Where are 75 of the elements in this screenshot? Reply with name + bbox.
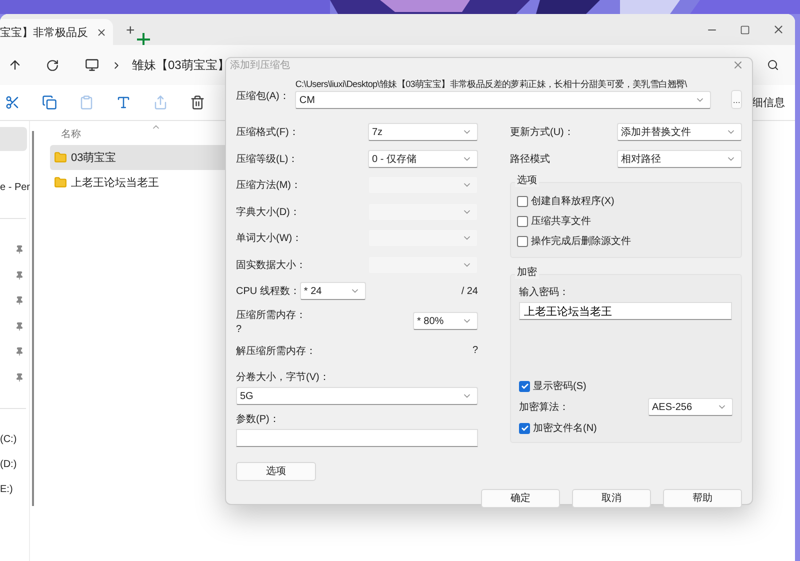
field-label: 加密算法： bbox=[519, 400, 569, 414]
scissors-icon[interactable] bbox=[5, 95, 20, 110]
options-button[interactable]: 选项 bbox=[236, 462, 316, 480]
refresh-icon[interactable] bbox=[46, 58, 59, 72]
checkbox[interactable]: 压缩共享文件 bbox=[517, 211, 735, 231]
memory-value: ? bbox=[472, 345, 478, 356]
dropdown[interactable]: * 24 bbox=[300, 282, 366, 300]
parameters-field[interactable] bbox=[236, 429, 478, 447]
field-label: 单词大小(W)： bbox=[236, 232, 302, 246]
thread-total: / 24 bbox=[461, 286, 478, 297]
group-title: 加密 bbox=[515, 265, 539, 279]
close-icon[interactable] bbox=[732, 59, 744, 71]
archive-path: C:\Users\liuxi\Desktop\雏妹【03萌宝宝】非常极品反差的萝莉正妹，长相十分甜美可爱，美乳雪白翘臀\ bbox=[295, 78, 687, 90]
group-title: 选项 bbox=[515, 173, 539, 187]
clipboard-icon[interactable] bbox=[79, 95, 94, 110]
browser-tab[interactable]: 宝宝】非常极品反 bbox=[0, 19, 113, 45]
field-label: 压缩格式(F)： bbox=[236, 126, 299, 140]
checkbox[interactable]: 创建自释放程序(X) bbox=[517, 191, 735, 211]
column-header[interactable]: 名称 bbox=[61, 127, 81, 141]
sidebar-item[interactable]: (C:) bbox=[0, 427, 29, 452]
dialog-button[interactable]: 取消 bbox=[572, 488, 651, 508]
dialog-button[interactable]: 帮助 bbox=[663, 488, 742, 508]
check-icon bbox=[520, 424, 528, 432]
field-label: 分卷大小，字节(V)： bbox=[236, 370, 330, 384]
field-label: 路径模式 bbox=[510, 152, 550, 166]
field-label: 字典大小(D)： bbox=[236, 206, 300, 219]
crosshair-icon bbox=[136, 33, 150, 46]
checkbox[interactable]: 显示密码(S) bbox=[519, 376, 733, 396]
password-field[interactable]: 上老王论坛当老王 bbox=[519, 302, 732, 320]
field-label: CPU 线程数： bbox=[236, 284, 300, 298]
close-icon[interactable] bbox=[772, 23, 785, 36]
pin-icon bbox=[15, 322, 24, 331]
pin-icon bbox=[15, 270, 24, 280]
folder-icon bbox=[54, 176, 67, 189]
folder-icon bbox=[54, 151, 67, 164]
sidebar-item[interactable]: (D:) bbox=[0, 452, 29, 477]
field-label: 固实数据大小： bbox=[236, 258, 306, 272]
field-label: 更新方式(U)： bbox=[510, 126, 574, 140]
dropdown[interactable]: 7z bbox=[368, 123, 478, 142]
pin-icon bbox=[15, 296, 24, 306]
dropdown[interactable]: * 80% bbox=[413, 312, 478, 330]
monitor-icon[interactable] bbox=[85, 58, 99, 72]
field-label: 压缩包(A)： bbox=[236, 90, 290, 103]
checkbox[interactable]: 加密文件名(N) bbox=[519, 418, 733, 438]
checkbox[interactable]: 操作完成后删除源文件 bbox=[517, 231, 735, 251]
dropdown[interactable]: 添加并替换文件 bbox=[617, 123, 742, 142]
close-icon[interactable] bbox=[96, 26, 107, 38]
dialog-button[interactable]: 确定 bbox=[481, 488, 560, 508]
pin-icon bbox=[15, 372, 24, 382]
details-label[interactable]: 细信息 bbox=[752, 95, 785, 110]
new-tab-button[interactable]: + bbox=[126, 22, 135, 39]
dropdown[interactable]: 0 - 仅存储 bbox=[368, 150, 478, 168]
text-icon[interactable] bbox=[116, 95, 131, 110]
trash-icon[interactable] bbox=[190, 95, 205, 110]
pin-icon bbox=[15, 245, 24, 254]
memory-value: ? bbox=[236, 324, 243, 334]
field-label: 解压缩所需内存： bbox=[236, 344, 316, 358]
dropdown[interactable]: 5G bbox=[236, 387, 478, 405]
pin-icon bbox=[15, 347, 24, 356]
archive-name-combo[interactable]: CM bbox=[295, 91, 712, 109]
field-label: 压缩方法(M)： bbox=[236, 178, 301, 192]
field-label: 输入密码： bbox=[519, 286, 570, 299]
maximize-icon[interactable] bbox=[740, 24, 750, 34]
copy-icon[interactable] bbox=[42, 95, 57, 110]
breadcrumb[interactable]: 雏妹【03萌宝宝】 bbox=[132, 56, 230, 74]
check-icon bbox=[520, 382, 528, 390]
search-icon[interactable] bbox=[767, 59, 779, 71]
sidebar-item[interactable]: e - Per bbox=[0, 175, 29, 200]
sidebar-item[interactable]: E:) bbox=[0, 477, 29, 502]
field-label: 参数(P)： bbox=[236, 412, 280, 426]
dropdown[interactable]: AES-256 bbox=[648, 398, 733, 416]
dropdown[interactable]: 相对路径 bbox=[617, 150, 742, 168]
browse-button[interactable]: ... bbox=[731, 90, 742, 109]
field-label: 压缩所需内存： bbox=[236, 308, 306, 322]
dialog-title: 添加到压缩包 bbox=[230, 58, 290, 72]
